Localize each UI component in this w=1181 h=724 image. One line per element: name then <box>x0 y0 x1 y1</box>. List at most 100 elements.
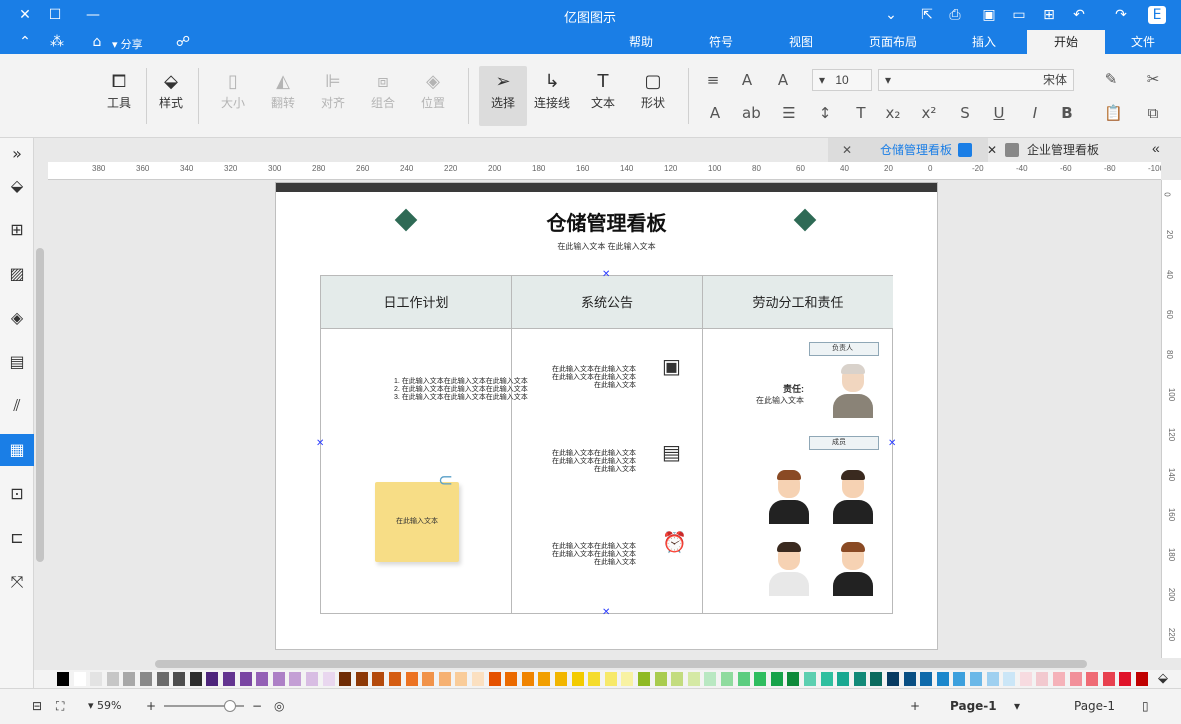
chart-icon[interactable]: ⫽ <box>5 394 29 418</box>
color-swatch[interactable] <box>621 672 634 686</box>
color-swatch[interactable] <box>106 672 119 686</box>
tab-file[interactable]: 文件 <box>1105 30 1181 54</box>
fill-color-icon[interactable]: ⬙ <box>1158 671 1168 686</box>
format-painter-icon[interactable]: ✎ <box>1102 70 1120 88</box>
doc-tab-warehouse[interactable]: 仓储管理看板 ✕ <box>828 138 988 162</box>
selection-handle[interactable]: ✕ <box>888 438 896 449</box>
doc-tab-enterprise[interactable]: 企业管理看板 ✕ <box>987 138 1159 162</box>
subscript-icon[interactable]: x₂ <box>884 104 902 122</box>
close-tab-icon[interactable]: ✕ <box>842 138 852 162</box>
current-page[interactable]: Page-1 <box>950 699 997 713</box>
zoom-slider[interactable] <box>164 700 244 712</box>
color-swatch[interactable] <box>1136 672 1148 686</box>
new-icon[interactable]: ⊞ <box>1040 6 1058 24</box>
color-swatch[interactable] <box>1036 672 1049 686</box>
superscript-icon[interactable]: x² <box>920 104 938 122</box>
tools-button[interactable]: ⧠ 工具 <box>102 70 136 111</box>
color-swatch[interactable] <box>306 672 318 686</box>
color-swatch[interactable] <box>355 672 368 686</box>
print-icon[interactable]: ⎙ <box>946 6 964 24</box>
position-button[interactable]: ◈ 位置 <box>416 70 450 111</box>
underline-icon[interactable]: U <box>990 104 1008 122</box>
notice-item[interactable]: 在此输入文本在此输入文本 在此输入文本在此输入文本 在此输入文本 <box>552 366 636 390</box>
color-swatch[interactable] <box>920 672 933 686</box>
font-color-icon[interactable]: A <box>706 104 724 122</box>
color-swatch[interactable] <box>1102 672 1115 686</box>
undo-icon[interactable]: ↶ <box>1070 6 1088 24</box>
page-tab[interactable]: Page-1 <box>1074 699 1115 713</box>
redo-icon[interactable]: ↷ <box>1112 6 1130 24</box>
page-subtitle[interactable]: 在此输入文本 在此输入文本 <box>276 241 937 252</box>
color-swatch[interactable] <box>1119 672 1132 686</box>
tab-page-layout[interactable]: 页面布局 <box>848 30 938 54</box>
daily-plan-list[interactable]: 1. 在此输入文本在此输入文本在此输入文本 2. 在此输入文本在此输入文本在此输… <box>394 378 528 402</box>
color-swatch[interactable] <box>189 672 202 686</box>
color-swatch[interactable] <box>870 672 883 686</box>
format-icon[interactable]: ⊏ <box>5 526 29 550</box>
expand-icon[interactable]: » <box>5 142 29 166</box>
flip-button[interactable]: ◭ 翻转 <box>266 70 300 111</box>
column-header-duty[interactable]: 劳动分工和责任 <box>703 276 893 329</box>
color-swatch[interactable] <box>853 672 866 686</box>
align-button[interactable]: ⊫ 对齐 <box>316 70 350 111</box>
sticky-note[interactable]: 在此输入文本 <box>375 482 459 562</box>
size-button[interactable]: ▯ 大小 <box>216 70 250 111</box>
theme-icon[interactable]: ⌂ <box>88 33 106 51</box>
color-swatch[interactable] <box>787 672 800 686</box>
color-swatch[interactable] <box>754 672 767 686</box>
color-swatch[interactable] <box>837 672 850 686</box>
font-name-select[interactable]: 宋体 ▾ <box>878 69 1074 91</box>
color-swatch[interactable] <box>687 672 700 686</box>
color-swatch[interactable] <box>737 672 750 686</box>
column-header-notice[interactable]: 系统公告 <box>512 276 703 329</box>
color-swatch[interactable] <box>887 672 899 686</box>
tab-insert[interactable]: 插入 <box>946 30 1022 54</box>
export-icon[interactable]: ⇱ <box>918 6 936 24</box>
zoom-slider-thumb[interactable] <box>224 700 236 712</box>
color-swatch[interactable] <box>156 672 169 686</box>
color-swatch[interactable] <box>123 672 136 686</box>
connector-button[interactable]: ↳ 连接线 <box>532 70 572 111</box>
fit-page-icon[interactable]: ◎ <box>274 699 284 713</box>
color-swatch[interactable] <box>903 672 916 686</box>
publish-icon[interactable]: ☍ <box>174 33 192 51</box>
fill-icon[interactable]: ⬙ <box>5 174 29 198</box>
color-swatch[interactable] <box>322 672 335 686</box>
color-swatch[interactable] <box>472 672 484 686</box>
color-swatch[interactable] <box>986 672 999 686</box>
color-swatch[interactable] <box>538 672 551 686</box>
color-swatch[interactable] <box>1069 672 1082 686</box>
color-swatch[interactable] <box>521 672 534 686</box>
color-swatch[interactable] <box>770 672 783 686</box>
select-button[interactable]: ➢ 选择 <box>479 66 527 126</box>
collapse-panel-icon[interactable]: « <box>1152 140 1160 156</box>
help-icon[interactable]: ⌃ <box>16 33 34 51</box>
color-swatch[interactable] <box>555 672 567 686</box>
color-swatch[interactable] <box>372 672 385 686</box>
open-icon[interactable]: ▭ <box>1010 6 1028 24</box>
selection-handle[interactable]: ✕ <box>316 438 324 449</box>
color-swatch[interactable] <box>173 672 186 686</box>
italic-icon[interactable]: I <box>1026 104 1044 122</box>
align-icon[interactable]: ≡ <box>704 71 722 89</box>
maximize-icon[interactable]: ☐ <box>46 6 64 24</box>
color-swatch[interactable] <box>1053 672 1065 686</box>
add-page-button[interactable]: + <box>910 699 920 713</box>
page-dropdown-icon[interactable]: ▾ <box>1014 699 1020 713</box>
color-swatch[interactable] <box>239 672 252 686</box>
selection-handle[interactable]: ✕ <box>602 607 610 618</box>
color-swatch[interactable] <box>455 672 468 686</box>
more-icon[interactable]: ⌄ <box>882 6 900 24</box>
page-title[interactable]: 仓储管理看板 <box>276 207 937 236</box>
minimize-icon[interactable]: — <box>84 6 102 24</box>
color-swatch[interactable] <box>721 672 733 686</box>
image-icon[interactable]: ▨ <box>5 262 29 286</box>
color-swatch[interactable] <box>57 672 69 686</box>
zoom-out-button[interactable]: − <box>252 699 262 713</box>
notice-item[interactable]: 在此输入文本在此输入文本 在此输入文本在此输入文本 在此输入文本 <box>552 543 636 567</box>
color-swatch[interactable] <box>438 672 451 686</box>
horizontal-scrollbar[interactable] <box>155 660 1087 668</box>
responsibility-block[interactable]: 责任: 在此输入文本 <box>744 382 804 406</box>
color-swatch[interactable] <box>140 672 152 686</box>
leader-tag[interactable]: 负责人 <box>809 342 879 356</box>
